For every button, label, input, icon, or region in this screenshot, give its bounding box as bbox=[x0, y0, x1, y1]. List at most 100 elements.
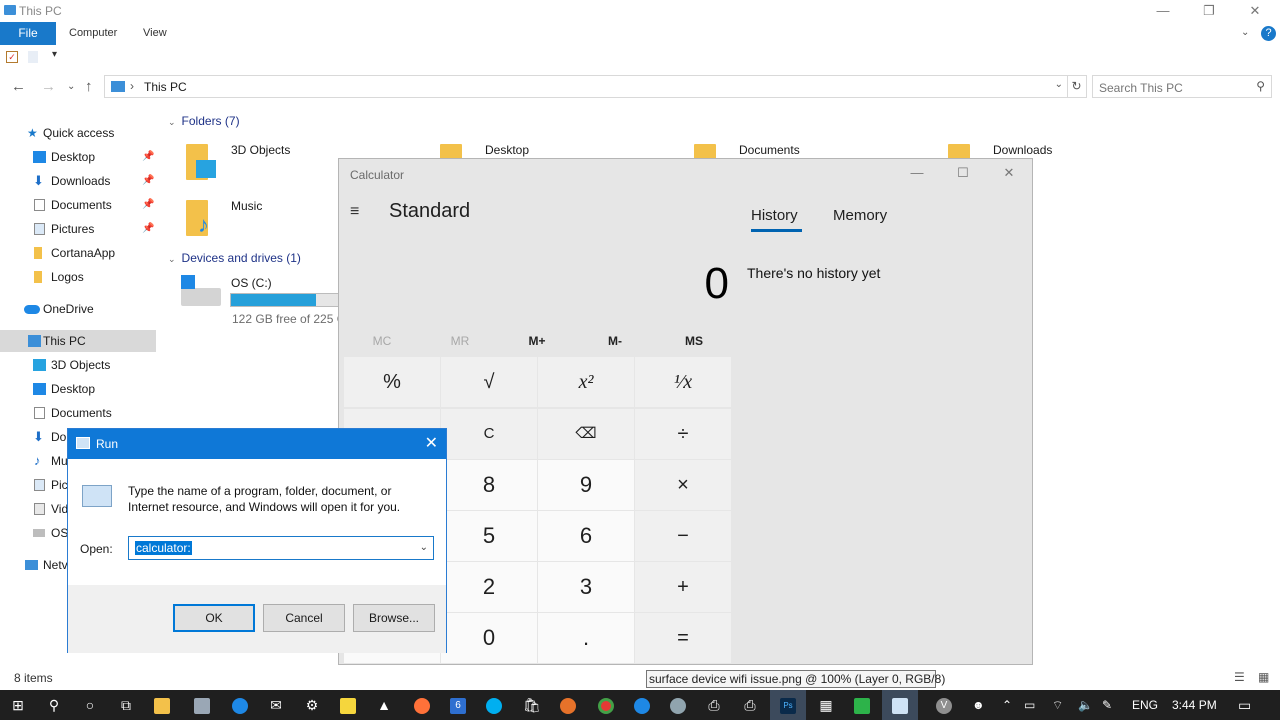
ok-button[interactable]: OK bbox=[173, 604, 255, 632]
digit-5-button[interactable]: 5 bbox=[441, 511, 537, 561]
digit-3-button[interactable]: 3 bbox=[538, 562, 634, 612]
run-taskbar-icon[interactable] bbox=[882, 690, 918, 720]
clock[interactable]: 3:44 PM bbox=[1172, 690, 1217, 720]
address-dropdown-icon[interactable]: ⌄ bbox=[1055, 79, 1063, 90]
language-indicator[interactable]: ENG bbox=[1132, 690, 1158, 720]
sidebar-item-desktop[interactable]: Desktop 📌 bbox=[0, 146, 156, 168]
subtract-button[interactable]: − bbox=[635, 511, 731, 561]
printer2-taskbar-icon[interactable]: ⎙ bbox=[732, 690, 768, 720]
square-button[interactable]: x² bbox=[538, 357, 634, 407]
divide-button[interactable]: ÷ bbox=[635, 409, 731, 459]
firefox-taskbar-icon[interactable] bbox=[404, 690, 440, 720]
cancel-button[interactable]: Cancel bbox=[263, 604, 345, 632]
pin-icon[interactable]: 📌 bbox=[142, 170, 154, 192]
large-icons-view-icon[interactable]: ▦ bbox=[1258, 670, 1269, 684]
run-close-button[interactable]: ✕ bbox=[425, 433, 438, 453]
square-root-button[interactable]: √ bbox=[441, 357, 537, 407]
chrome-taskbar-icon[interactable] bbox=[588, 690, 624, 720]
app-taskbar-icon[interactable] bbox=[550, 690, 586, 720]
calc-close-button[interactable]: ✕ bbox=[989, 165, 1029, 185]
edge-dev-taskbar-icon[interactable] bbox=[624, 690, 660, 720]
user-avatar[interactable]: V bbox=[926, 690, 962, 720]
search-input[interactable]: Search This PC ⚲ bbox=[1092, 75, 1272, 98]
back-icon[interactable]: ← bbox=[11, 78, 26, 95]
digit-9-button[interactable]: 9 bbox=[538, 460, 634, 510]
sidebar-item-desktop-2[interactable]: Desktop bbox=[0, 378, 156, 400]
recent-locations-icon[interactable]: ⌄ bbox=[67, 81, 75, 92]
show-hidden-icons[interactable]: ⌃ bbox=[1002, 690, 1012, 720]
close-button[interactable]: ✕ bbox=[1232, 0, 1278, 22]
open-combobox[interactable]: calculator: ⌄ bbox=[128, 536, 434, 560]
refresh-button[interactable]: ↻ bbox=[1067, 75, 1087, 98]
clear-button[interactable]: C bbox=[441, 409, 537, 459]
folders-group-header[interactable]: ⌄ Folders (7) bbox=[168, 114, 240, 128]
search-icon[interactable]: ⚲ bbox=[36, 690, 72, 720]
pen-icon[interactable]: ✎ bbox=[1102, 690, 1112, 720]
collapse-chevron-icon[interactable]: ⌄ bbox=[168, 254, 176, 264]
pin-icon[interactable]: 📌 bbox=[142, 146, 154, 168]
cortana-icon[interactable]: ○ bbox=[72, 690, 108, 720]
digit-8-button[interactable]: 8 bbox=[441, 460, 537, 510]
people-icon[interactable]: ☻ bbox=[972, 690, 985, 720]
sidebar-item-logos[interactable]: Logos bbox=[0, 266, 156, 288]
tab-view[interactable]: View bbox=[143, 27, 167, 39]
minimize-button[interactable]: — bbox=[1140, 0, 1186, 22]
address-bar[interactable]: › This PC ⌄ bbox=[104, 75, 1068, 98]
file-explorer-taskbar-icon[interactable] bbox=[144, 690, 180, 720]
memory-store-button[interactable]: MS bbox=[655, 334, 733, 348]
expand-ribbon-icon[interactable]: ⌄ bbox=[1241, 27, 1249, 38]
tab-file[interactable]: File bbox=[0, 22, 56, 45]
properties-icon[interactable]: ✓ bbox=[6, 51, 18, 63]
decimal-button[interactable]: . bbox=[538, 613, 634, 663]
wifi-icon[interactable]: ⌔ bbox=[1052, 690, 1063, 720]
printer-taskbar-icon[interactable]: ⎙ bbox=[696, 690, 732, 720]
sidebar-item-this-pc[interactable]: This PC bbox=[0, 330, 156, 352]
backspace-button[interactable]: ⌫ bbox=[538, 409, 634, 459]
tab-computer[interactable]: Computer bbox=[69, 27, 117, 39]
breadcrumb-chevron-icon[interactable]: › bbox=[130, 79, 134, 93]
digit-6-button[interactable]: 6 bbox=[538, 511, 634, 561]
collapse-chevron-icon[interactable]: ⌄ bbox=[168, 117, 176, 127]
calculator-taskbar-icon[interactable]: ▦ bbox=[808, 690, 844, 720]
volume-icon[interactable]: 🔈 bbox=[1078, 690, 1093, 720]
memory-recall-button[interactable]: MR bbox=[421, 334, 499, 348]
multiply-button[interactable]: × bbox=[635, 460, 731, 510]
help-icon[interactable]: ? bbox=[1261, 26, 1276, 41]
photoshop-taskbar-icon[interactable]: Ps bbox=[770, 690, 806, 720]
drive-taskbar-icon[interactable]: ▲ bbox=[366, 690, 402, 720]
equals-button[interactable]: = bbox=[635, 613, 731, 663]
battery-icon[interactable]: ▭ bbox=[1024, 690, 1035, 720]
sidebar-item-documents[interactable]: Documents 📌 bbox=[0, 194, 156, 216]
pin-icon[interactable]: 📌 bbox=[142, 194, 154, 216]
sticky-notes-taskbar-icon[interactable] bbox=[330, 690, 366, 720]
maximize-button[interactable]: ❐ bbox=[1186, 0, 1232, 22]
details-view-icon[interactable]: ☰ bbox=[1234, 670, 1245, 684]
pin-icon[interactable]: 📌 bbox=[142, 218, 154, 240]
memory-subtract-button[interactable]: M- bbox=[576, 334, 654, 348]
sidebar-item-downloads[interactable]: ⬇ Downloads 📌 bbox=[0, 170, 156, 192]
browse-button[interactable]: Browse... bbox=[353, 604, 435, 632]
sidebar-item-pictures[interactable]: Pictures 📌 bbox=[0, 218, 156, 240]
menu-icon[interactable]: ≡ bbox=[350, 203, 359, 221]
forward-icon[interactable]: → bbox=[41, 78, 56, 95]
new-folder-icon[interactable] bbox=[28, 51, 38, 63]
sidebar-item-onedrive[interactable]: OneDrive bbox=[0, 298, 156, 320]
calc-maximize-button[interactable]: ☐ bbox=[943, 165, 983, 185]
sidebar-item-cortanaapp[interactable]: CortanaApp bbox=[0, 242, 156, 264]
add-button[interactable]: + bbox=[635, 562, 731, 612]
app2-taskbar-icon[interactable] bbox=[660, 690, 696, 720]
device-manager-taskbar-icon[interactable] bbox=[184, 690, 220, 720]
breadcrumb[interactable]: This PC bbox=[144, 80, 187, 94]
memory-clear-button[interactable]: MC bbox=[343, 334, 421, 348]
percent-button[interactable]: % bbox=[344, 357, 440, 407]
sidebar-item-documents-2[interactable]: Documents bbox=[0, 402, 156, 424]
skype-taskbar-icon[interactable] bbox=[476, 690, 512, 720]
customize-toolbar-icon[interactable]: ▾ bbox=[52, 49, 57, 60]
reciprocal-button[interactable]: ¹⁄x bbox=[635, 357, 731, 407]
chevron-down-icon[interactable]: ⌄ bbox=[420, 542, 428, 553]
digit-2-button[interactable]: 2 bbox=[441, 562, 537, 612]
sidebar-item-quick-access[interactable]: ★ Quick access bbox=[0, 122, 156, 144]
task-view-icon[interactable]: ⧉ bbox=[108, 690, 144, 720]
sidebar-item-3d-objects[interactable]: 3D Objects bbox=[0, 354, 156, 376]
memory-add-button[interactable]: M+ bbox=[498, 334, 576, 348]
